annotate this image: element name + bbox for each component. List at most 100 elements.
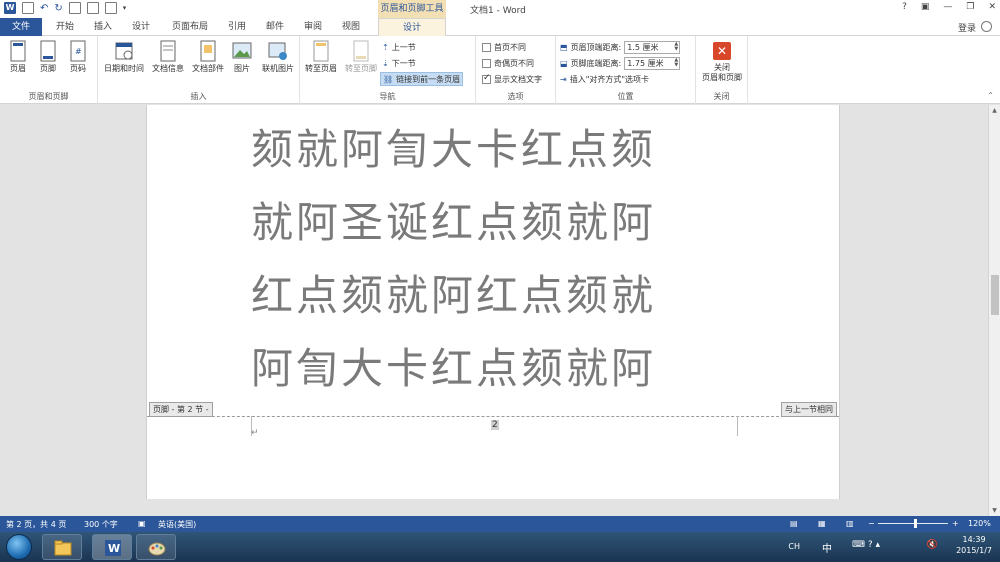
- different-odd-even-checkbox[interactable]: 奇偶页不同: [482, 56, 534, 70]
- document-page[interactable]: 颏就阿訇大卡红点颏 就阿圣诞红点颏就阿 红点颏就阿红点颏就 阿訇大卡红点颏就阿 …: [146, 105, 840, 499]
- checkbox-checked-icon: [482, 73, 491, 84]
- group-label-position: 位置: [617, 92, 634, 101]
- footer-button[interactable]: 页脚: [36, 40, 60, 74]
- zoom-out-icon[interactable]: −: [868, 519, 875, 528]
- scroll-up-icon[interactable]: ▲: [989, 105, 1000, 116]
- ime-indicator[interactable]: CH: [788, 542, 800, 551]
- tab-header-footer-design[interactable]: 设计: [378, 18, 446, 37]
- context-tab-title: 页眉和页脚工具: [378, 0, 446, 18]
- doc-info-button[interactable]: 文档信息: [150, 40, 186, 74]
- same-as-previous-tag: 与上一节相同: [781, 402, 837, 417]
- body-text-line[interactable]: 阿訇大卡红点颏就阿: [251, 332, 751, 405]
- spinner-arrows-icon[interactable]: ▲ ▼: [674, 57, 678, 68]
- online-picture-button[interactable]: 联机图片: [258, 40, 298, 74]
- save-icon[interactable]: [22, 2, 34, 14]
- doc-parts-button[interactable]: 文档部件: [190, 40, 226, 74]
- web-layout-icon[interactable]: ▥: [846, 519, 854, 528]
- table-icon[interactable]: [86, 2, 99, 14]
- arrow-up-icon: ⇡: [382, 42, 389, 52]
- quick-access-toolbar: W ↶ ↻ ▾: [4, 2, 126, 14]
- format-painter-icon[interactable]: [68, 2, 81, 14]
- language-indicator[interactable]: 英语(美国): [158, 519, 196, 530]
- header-button[interactable]: 页眉: [6, 40, 30, 74]
- tray-icons[interactable]: ⌨ ? ▴: [852, 540, 880, 550]
- collapse-ribbon-icon[interactable]: ⌃: [987, 91, 994, 100]
- link-icon: ⛓: [383, 74, 394, 84]
- tab-design-doc[interactable]: 设计: [128, 18, 154, 36]
- goto-header-button[interactable]: 转至页眉: [302, 40, 340, 74]
- close-button[interactable]: ✕: [988, 2, 996, 12]
- body-text-line[interactable]: 红点颏就阿红点颏就: [251, 259, 751, 332]
- windows-taskbar: W CH 中 ⌨ ? ▴ 🔇 14:39 2015/1/7: [0, 532, 1000, 562]
- sign-in-link[interactable]: 登录: [958, 21, 976, 34]
- ime-mode[interactable]: 中: [822, 540, 832, 555]
- zoom-slider-knob[interactable]: [913, 519, 917, 528]
- taskbar-explorer[interactable]: [42, 534, 82, 560]
- tab-view[interactable]: 视图: [338, 18, 364, 36]
- qat-customize-icon[interactable]: ▾: [123, 4, 127, 12]
- goto-header-icon: [313, 40, 329, 62]
- redo-icon[interactable]: ↻: [54, 3, 62, 14]
- minimize-button[interactable]: —: [943, 2, 952, 12]
- print-layout-icon[interactable]: ▦: [818, 519, 826, 528]
- page-count[interactable]: 第 2 页，共 4 页: [6, 519, 66, 530]
- document-title: 文档1 - Word: [470, 6, 526, 16]
- footer-position-icon: ⬓: [560, 58, 568, 68]
- next-section-button[interactable]: ⇣ 下一节: [382, 56, 416, 70]
- group-label-insert: 插入: [190, 92, 207, 101]
- tab-mailings[interactable]: 邮件: [262, 18, 288, 36]
- footer-from-bottom-input[interactable]: 1.75 厘米 ▲ ▼: [624, 56, 681, 70]
- tab-page-layout[interactable]: 页面布局: [168, 18, 212, 36]
- user-icon[interactable]: [981, 21, 992, 32]
- link-to-previous-button[interactable]: ⛓ 链接到前一条页眉: [380, 72, 464, 86]
- header-from-top-input[interactable]: 1.5 厘米 ▲ ▼: [624, 40, 681, 54]
- insert-align-tab-button[interactable]: ⇥ 插入"对齐方式"选项卡: [560, 72, 649, 86]
- vertical-scrollbar[interactable]: ▲ ▼: [988, 105, 1000, 516]
- different-first-page-checkbox[interactable]: 首页不同: [482, 40, 526, 54]
- start-button-icon[interactable]: [6, 534, 32, 560]
- document-body[interactable]: 颏就阿訇大卡红点颏 就阿圣诞红点颏就阿 红点颏就阿红点颏就 阿訇大卡红点颏就阿: [251, 113, 751, 405]
- volume-muted-icon[interactable]: 🔇: [927, 540, 938, 550]
- group-label-header-footer: 页眉和页脚: [28, 92, 69, 101]
- close-header-footer-button[interactable]: ✕ 关闭 页眉和页脚: [698, 42, 746, 83]
- paragraph-mark: ↵: [251, 428, 259, 438]
- goto-footer-button[interactable]: 转至页脚: [342, 40, 380, 74]
- zoom-in-icon[interactable]: +: [952, 519, 959, 528]
- body-text-line[interactable]: 就阿圣诞红点颏就阿: [251, 186, 751, 259]
- date-time-button[interactable]: 日期和时间: [102, 40, 146, 74]
- taskbar-paint[interactable]: [136, 534, 176, 560]
- help-icon[interactable]: ?: [902, 2, 907, 12]
- body-text-line[interactable]: 颏就阿訇大卡红点颏: [251, 113, 751, 186]
- group-close: ✕ 关闭 页眉和页脚 关闭: [696, 36, 748, 104]
- arrow-down-icon: ⇣: [382, 58, 389, 68]
- word-logo-icon[interactable]: W: [4, 2, 16, 14]
- zoom-level[interactable]: 120%: [968, 519, 991, 528]
- previous-section-button[interactable]: ⇡ 上一节: [382, 40, 416, 54]
- system-clock[interactable]: 14:39 2015/1/7: [956, 534, 992, 556]
- word-count[interactable]: 300 个字: [84, 519, 118, 530]
- footer-page-number[interactable]: 2: [491, 420, 499, 430]
- show-doc-text-checkbox[interactable]: 显示文档文字: [482, 72, 542, 86]
- read-mode-icon[interactable]: ▤: [790, 519, 798, 528]
- scroll-down-icon[interactable]: ▼: [989, 505, 1000, 516]
- taskbar-word[interactable]: W: [92, 534, 132, 560]
- group-label-navigation: 导航: [379, 92, 396, 101]
- picture-button[interactable]: 图片: [230, 40, 254, 74]
- page-number-button[interactable]: # 页码: [66, 40, 90, 74]
- tab-file[interactable]: 文件: [0, 18, 42, 36]
- tab-home[interactable]: 开始: [52, 18, 78, 36]
- ribbon-display-icon[interactable]: ▣: [921, 2, 930, 12]
- proofing-icon[interactable]: ▣: [138, 519, 146, 528]
- paint-palette-icon: [148, 542, 166, 556]
- undo-icon[interactable]: ↶: [40, 3, 48, 14]
- document-area[interactable]: 颏就阿訇大卡红点颏 就阿圣诞红点颏就阿 红点颏就阿红点颏就 阿訇大卡红点颏就阿 …: [0, 105, 988, 516]
- spinner-arrows-icon[interactable]: ▲ ▼: [674, 41, 678, 52]
- tab-references[interactable]: 引用: [224, 18, 250, 36]
- group-insert: 日期和时间 文档信息 文档部件 图片 联机图片 插入: [98, 36, 300, 104]
- draw-table-icon[interactable]: [104, 2, 117, 14]
- maximize-button[interactable]: ❐: [966, 2, 974, 12]
- tab-insert[interactable]: 插入: [90, 18, 116, 36]
- scroll-thumb[interactable]: [991, 275, 999, 315]
- tab-review[interactable]: 审阅: [300, 18, 326, 36]
- svg-text:W: W: [108, 542, 120, 555]
